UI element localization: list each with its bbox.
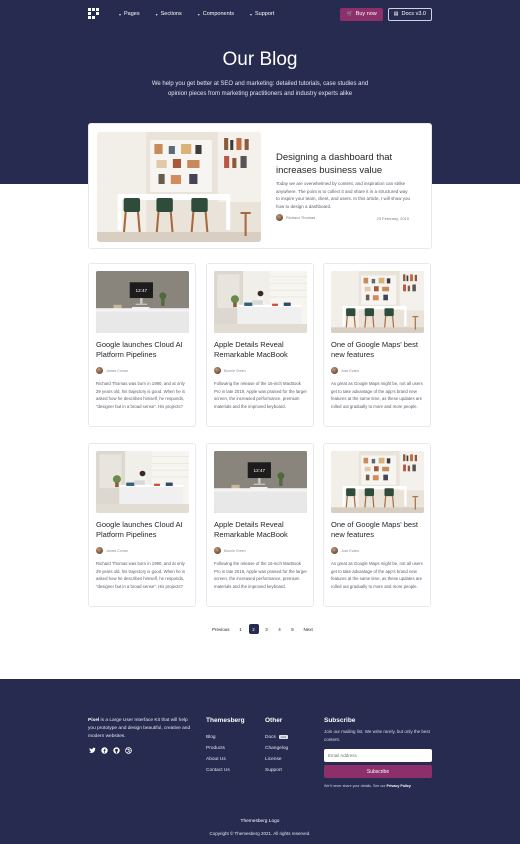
footer-col-other: Other Docs v3.0 Changelog License Support (265, 717, 288, 776)
chevron-down-icon: ▾ (197, 11, 200, 17)
featured-post-image (97, 132, 261, 242)
avatar (214, 547, 221, 554)
book-icon: ▤ (393, 11, 399, 17)
post-title[interactable]: Apple Details Reveal Remarkable MacBook (214, 340, 310, 360)
post-title[interactable]: Google launches Cloud AI Platform Pipeli… (96, 520, 192, 540)
chevron-down-icon: ▾ (155, 11, 158, 17)
pagination-previous[interactable]: Previous (209, 624, 233, 634)
featured-post-excerpt: Today we are overwhelmed by content, and… (276, 181, 411, 209)
post-card[interactable]: 12:47 Google launches Cloud AI Platform P… (88, 263, 196, 427)
footer-link-blog[interactable]: Blog (206, 732, 245, 743)
featured-post-card[interactable]: Designing a dashboard that increases bus… (88, 123, 432, 249)
post-card[interactable]: Apple Details Reveal Remarkable MacBook B… (206, 263, 314, 427)
footer-link-about[interactable]: About Us (206, 754, 245, 765)
post-excerpt: Following the release of the 16-inch Mac… (214, 561, 307, 589)
post-card[interactable]: 12:47 Apple Details Reveal Remarkable Mac… (206, 443, 314, 607)
post-title[interactable]: One of Google Maps' best new features (331, 520, 427, 540)
pagination-page-4[interactable]: 4 (275, 624, 285, 634)
post-image: 12:47 (214, 451, 307, 513)
footer-link-products[interactable]: Products (206, 743, 245, 754)
footer-link-contact[interactable]: Contact Us (206, 765, 245, 776)
footer-link-docs[interactable]: Docs v3.0 (265, 732, 288, 743)
post-title[interactable]: One of Google Maps' best new features (331, 340, 427, 360)
post-author[interactable]: James Curran (96, 367, 128, 374)
post-excerpt: Richard Thomas was born in 1990, and at … (96, 561, 186, 589)
post-excerpt: Following the release of the 16-inch Mac… (214, 381, 307, 409)
footer: Pixel is a Large User Interface Kit that… (0, 679, 520, 844)
docs-button[interactable]: ▤ Docs v3.0 (387, 7, 432, 21)
chevron-down-icon: ▾ (249, 11, 252, 17)
facebook-icon[interactable] (101, 747, 108, 754)
svg-text:12:47: 12:47 (136, 288, 148, 293)
footer-col-themesberg: Themesberg Blog Products About Us Contac… (206, 717, 245, 776)
buy-now-button[interactable]: 🛒 Buy now (340, 7, 383, 21)
post-title[interactable]: Google launches Cloud AI Platform Pipeli… (96, 340, 192, 360)
post-author[interactable]: Jose Evans (331, 367, 359, 374)
footer-link-license[interactable]: License (265, 754, 288, 765)
pagination-page-3[interactable]: 3 (262, 624, 272, 634)
featured-post-author[interactable]: Richard Thomas (276, 214, 315, 221)
privacy-policy-link[interactable]: Privacy Policy (387, 784, 411, 788)
dribbble-icon[interactable] (125, 747, 132, 754)
avatar (331, 547, 338, 554)
nav-sections[interactable]: ▾ Sections (156, 11, 182, 17)
chevron-down-icon: ▾ (119, 11, 122, 17)
post-excerpt: As great as Google Maps might be, not al… (331, 561, 423, 589)
post-excerpt: As great as Google Maps might be, not al… (331, 381, 423, 409)
footer-link-changelog[interactable]: Changelog (265, 743, 288, 754)
post-image (214, 271, 307, 333)
nav-components[interactable]: ▾ Components (198, 11, 234, 17)
pagination-page-5[interactable]: 5 (288, 624, 298, 634)
pagination: Previous 1 2 3 4 5 Next (209, 624, 316, 634)
nav-pages[interactable]: ▾ Pages (119, 11, 140, 17)
featured-post-date: 23 February, 2019 (376, 216, 409, 221)
pagination-page-2[interactable]: 2 (248, 624, 259, 634)
avatar (331, 367, 338, 374)
subscribe-button[interactable]: Subscribe (324, 765, 432, 778)
post-author[interactable]: James Curran (96, 547, 128, 554)
pagination-next[interactable]: Next (301, 624, 316, 634)
post-excerpt: Richard Thomas was born in 1990, and at … (96, 381, 186, 409)
footer-link-support[interactable]: Support (265, 765, 288, 776)
brand-logo[interactable] (88, 8, 99, 20)
subscribe-form: Subscribe Join our mailing list. We writ… (324, 717, 432, 791)
email-field[interactable] (324, 749, 432, 762)
post-card[interactable]: Google launches Cloud AI Platform Pipeli… (88, 443, 196, 607)
post-card[interactable]: One of Google Maps' best new features Jos… (323, 263, 431, 427)
privacy-note: We'll never share your details. See our … (324, 784, 411, 788)
post-image (331, 451, 424, 513)
post-author[interactable]: Jose Evans (331, 547, 359, 554)
page-title: Our Blog (222, 49, 298, 70)
post-image (96, 451, 189, 513)
pagination-page-1[interactable]: 1 (236, 624, 246, 634)
featured-post-title[interactable]: Designing a dashboard that increases bus… (276, 151, 421, 177)
page-subtitle: We help you get better at SEO and market… (151, 81, 369, 97)
post-image: 12:47 (96, 271, 189, 333)
avatar (96, 547, 103, 554)
copyright: Copyright © Themesberg 2021. All rights … (209, 831, 311, 836)
github-icon[interactable] (113, 747, 120, 754)
svg-text:12:47: 12:47 (254, 468, 266, 473)
nav-support[interactable]: ▾ Support (250, 11, 274, 17)
post-image (331, 271, 424, 333)
navbar: ▾ Pages ▾ Sections ▾ Components ▾ Support 🛒 … (88, 7, 432, 21)
version-badge: v3.0 (278, 735, 288, 739)
post-author[interactable]: Bonnie Green (214, 367, 246, 374)
avatar (96, 367, 103, 374)
social-links (89, 747, 132, 754)
footer-logo[interactable]: Themesberg Logo (0, 819, 520, 824)
footer-about: Pixel is a Large User Interface Kit that… (88, 718, 191, 739)
post-title[interactable]: Apple Details Reveal Remarkable MacBook (214, 520, 310, 540)
twitter-icon[interactable] (89, 747, 96, 754)
post-author[interactable]: Bonnie Green (214, 547, 246, 554)
avatar (276, 214, 283, 221)
post-card[interactable]: One of Google Maps' best new features Jos… (323, 443, 431, 607)
avatar (214, 367, 221, 374)
cart-icon: 🛒 (346, 11, 353, 17)
